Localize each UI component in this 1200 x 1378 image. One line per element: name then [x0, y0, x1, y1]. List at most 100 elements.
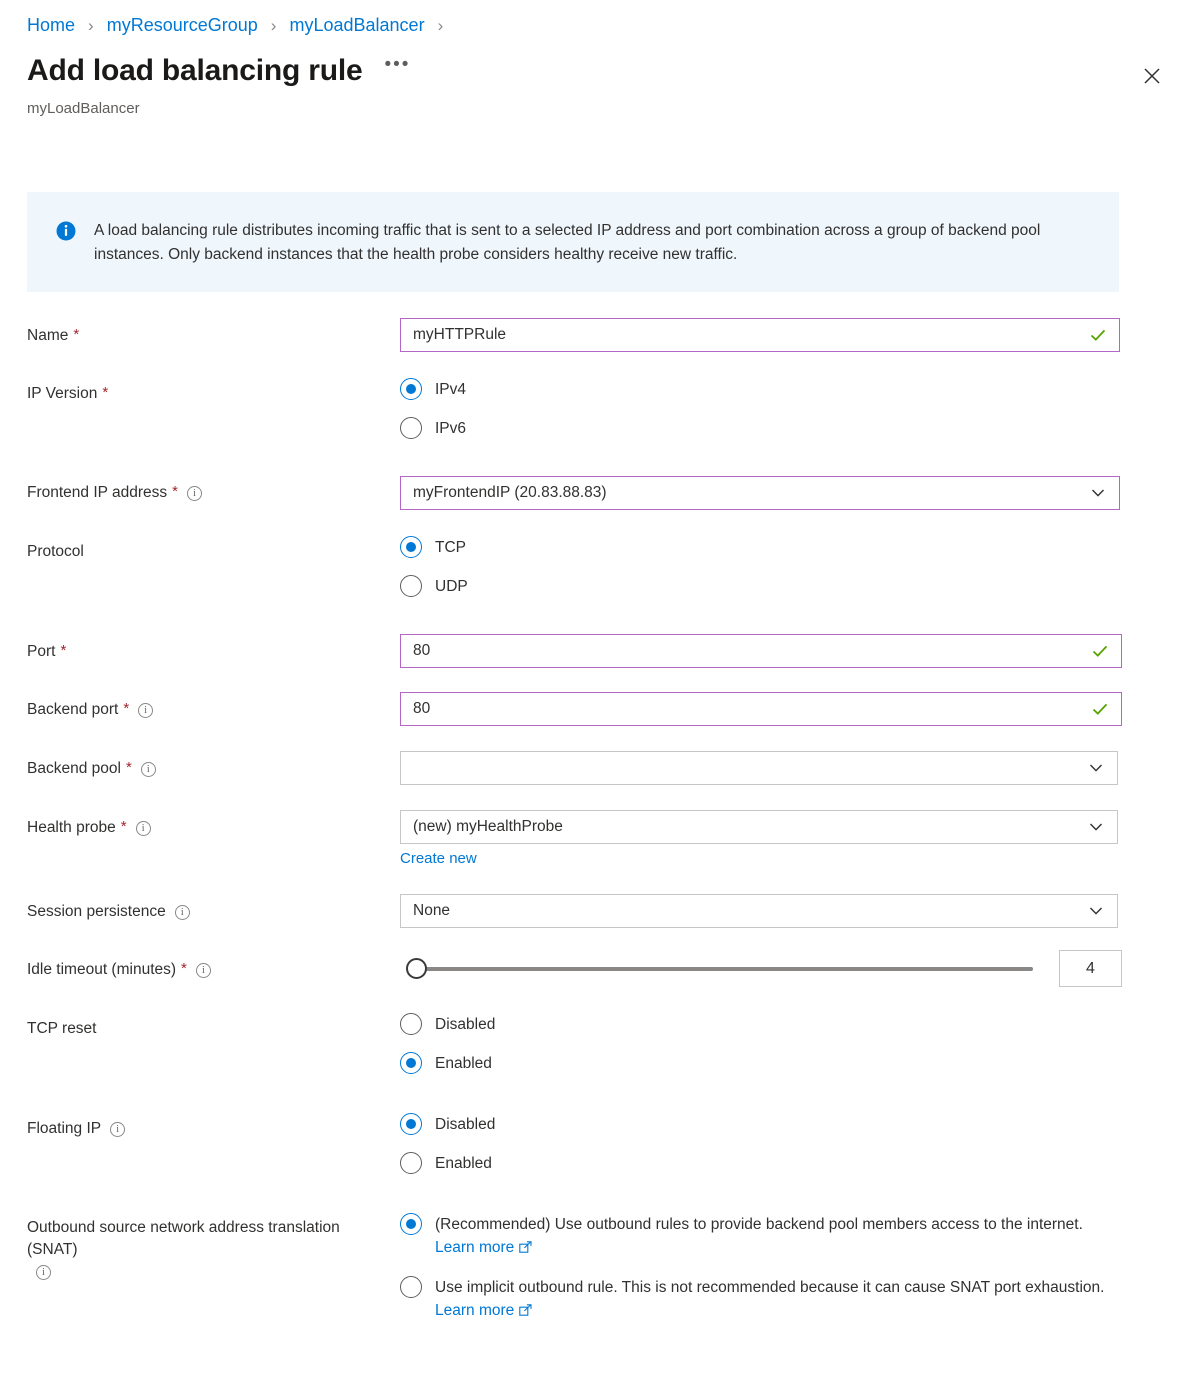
info-circle-icon: [56, 221, 76, 267]
session-persistence-label: Session persistence i: [27, 901, 387, 923]
external-link-icon: [519, 1238, 532, 1261]
radio-label: Disabled: [435, 1116, 496, 1133]
radio-floating-ip-disabled[interactable]: Disabled: [400, 1112, 495, 1136]
radio-snat-outbound-rules[interactable]: (Recommended) Use outbound rules to prov…: [400, 1212, 1125, 1259]
health-probe-dropdown[interactable]: (new) myHealthProbe: [400, 810, 1118, 844]
page-title: Add load balancing rule: [27, 54, 363, 87]
frontend-ip-value: myFrontendIP (20.83.88.83): [413, 484, 607, 501]
info-icon[interactable]: i: [110, 1122, 126, 1137]
breadcrumb: Home › myResourceGroup › myLoadBalancer …: [27, 12, 451, 39]
breadcrumb-separator-icon: ›: [88, 16, 94, 35]
radio-label: TCP: [435, 539, 466, 556]
idle-timeout-slider[interactable]: [400, 955, 1045, 983]
floating-ip-radio-group: Disabled Enabled: [400, 1112, 495, 1175]
session-persistence-value: None: [413, 902, 451, 919]
snat-label: Outbound source network address translat…: [27, 1219, 345, 1280]
radio-label: UDP: [435, 578, 468, 595]
create-new-health-probe-link[interactable]: Create new: [400, 848, 477, 870]
port-input[interactable]: 80: [400, 634, 1122, 668]
tcp-reset-radio-group: Disabled Enabled: [400, 1012, 495, 1075]
radio-ipv6[interactable]: IPv6: [400, 416, 466, 440]
learn-more-link[interactable]: Learn more: [435, 1302, 514, 1319]
radio-label: IPv6: [435, 420, 467, 437]
radio-floating-ip-enabled[interactable]: Enabled: [400, 1151, 495, 1175]
idle-timeout-label: Idle timeout (minutes) * i: [27, 959, 387, 981]
slider-thumb[interactable]: [406, 958, 427, 979]
backend-port-label: Backend port * i: [27, 699, 387, 721]
health-probe-value: (new) myHealthProbe: [413, 818, 563, 835]
close-icon[interactable]: [1136, 60, 1168, 92]
snat-option-text: (Recommended) Use outbound rules to prov…: [435, 1216, 1083, 1233]
radio-label: Enabled: [435, 1055, 492, 1072]
name-label: Name *: [27, 326, 80, 344]
chevron-down-icon: [1088, 760, 1104, 776]
valid-check-icon: [1089, 326, 1107, 344]
radio-indicator-icon: [400, 378, 422, 400]
info-banner: A load balancing rule distributes incomi…: [27, 192, 1119, 292]
info-icon[interactable]: i: [140, 762, 156, 777]
info-icon[interactable]: i: [135, 821, 151, 836]
radio-label: Disabled: [435, 1016, 496, 1033]
page-subtitle: myLoadBalancer: [27, 100, 140, 117]
snat-radio-group: (Recommended) Use outbound rules to prov…: [400, 1212, 1125, 1322]
radio-tcp[interactable]: TCP: [400, 535, 468, 559]
radio-snat-implicit-rule[interactable]: Use implicit outbound rule. This is not …: [400, 1275, 1125, 1322]
floating-ip-label: Floating IP i: [27, 1118, 387, 1140]
name-input[interactable]: myHTTPRule: [400, 318, 1120, 352]
breadcrumb-item-load-balancer[interactable]: myLoadBalancer: [289, 15, 424, 35]
radio-indicator-icon: [400, 1113, 422, 1135]
port-input-value: 80: [413, 642, 431, 659]
info-icon[interactable]: i: [195, 963, 211, 978]
chevron-down-icon: [1090, 485, 1106, 501]
breadcrumb-separator-icon: ›: [270, 16, 277, 35]
protocol-radio-group: TCP UDP: [400, 535, 468, 598]
title-row: Add load balancing rule •••: [27, 52, 414, 90]
valid-check-icon: [1091, 700, 1109, 718]
frontend-ip-label: Frontend IP address * i: [27, 482, 387, 504]
backend-pool-label: Backend pool * i: [27, 758, 387, 780]
tcp-reset-label: TCP reset: [27, 1020, 97, 1037]
slider-track: [414, 966, 1033, 971]
radio-label: IPv4: [435, 381, 467, 398]
info-icon[interactable]: i: [36, 1265, 51, 1280]
radio-indicator-icon: [400, 536, 422, 558]
radio-udp[interactable]: UDP: [400, 574, 468, 598]
radio-indicator-icon: [400, 1013, 422, 1035]
port-label: Port *: [27, 642, 67, 660]
radio-indicator-icon: [400, 1152, 422, 1174]
radio-label: Enabled: [435, 1155, 492, 1172]
breadcrumb-item-resource-group[interactable]: myResourceGroup: [107, 15, 258, 35]
protocol-label: Protocol: [27, 543, 84, 560]
info-banner-text: A load balancing rule distributes incomi…: [94, 222, 1041, 263]
chevron-down-icon: [1088, 903, 1104, 919]
radio-indicator-icon: [400, 1052, 422, 1074]
radio-indicator-icon: [400, 1276, 422, 1298]
backend-pool-dropdown[interactable]: [400, 751, 1118, 785]
valid-check-icon: [1091, 642, 1109, 660]
ip-version-radio-group: IPv4 IPv6: [400, 377, 466, 440]
learn-more-link[interactable]: Learn more: [435, 1239, 514, 1256]
backend-port-input-value: 80: [413, 700, 431, 717]
more-options-icon[interactable]: •••: [380, 54, 414, 76]
radio-indicator-icon: [400, 417, 422, 439]
radio-tcp-reset-disabled[interactable]: Disabled: [400, 1012, 495, 1036]
external-link-icon: [519, 1301, 532, 1324]
radio-ipv4[interactable]: IPv4: [400, 377, 466, 401]
add-load-balancing-rule-blade: Home › myResourceGroup › myLoadBalancer …: [0, 0, 1200, 1378]
info-icon[interactable]: i: [187, 486, 203, 501]
radio-indicator-icon: [400, 1213, 422, 1235]
session-persistence-dropdown[interactable]: None: [400, 894, 1118, 928]
radio-indicator-icon: [400, 575, 422, 597]
snat-option-text: Use implicit outbound rule. This is not …: [435, 1279, 1105, 1296]
name-input-value: myHTTPRule: [413, 326, 507, 343]
info-icon[interactable]: i: [174, 905, 190, 920]
health-probe-label: Health probe * i: [27, 817, 387, 839]
breadcrumb-separator-icon: ›: [437, 16, 444, 35]
backend-port-input[interactable]: 80: [400, 692, 1122, 726]
frontend-ip-dropdown[interactable]: myFrontendIP (20.83.88.83): [400, 476, 1120, 510]
breadcrumb-item-home[interactable]: Home: [27, 15, 75, 35]
info-icon[interactable]: i: [138, 703, 154, 718]
radio-tcp-reset-enabled[interactable]: Enabled: [400, 1051, 495, 1075]
idle-timeout-value[interactable]: 4: [1059, 950, 1122, 987]
chevron-down-icon: [1088, 819, 1104, 835]
